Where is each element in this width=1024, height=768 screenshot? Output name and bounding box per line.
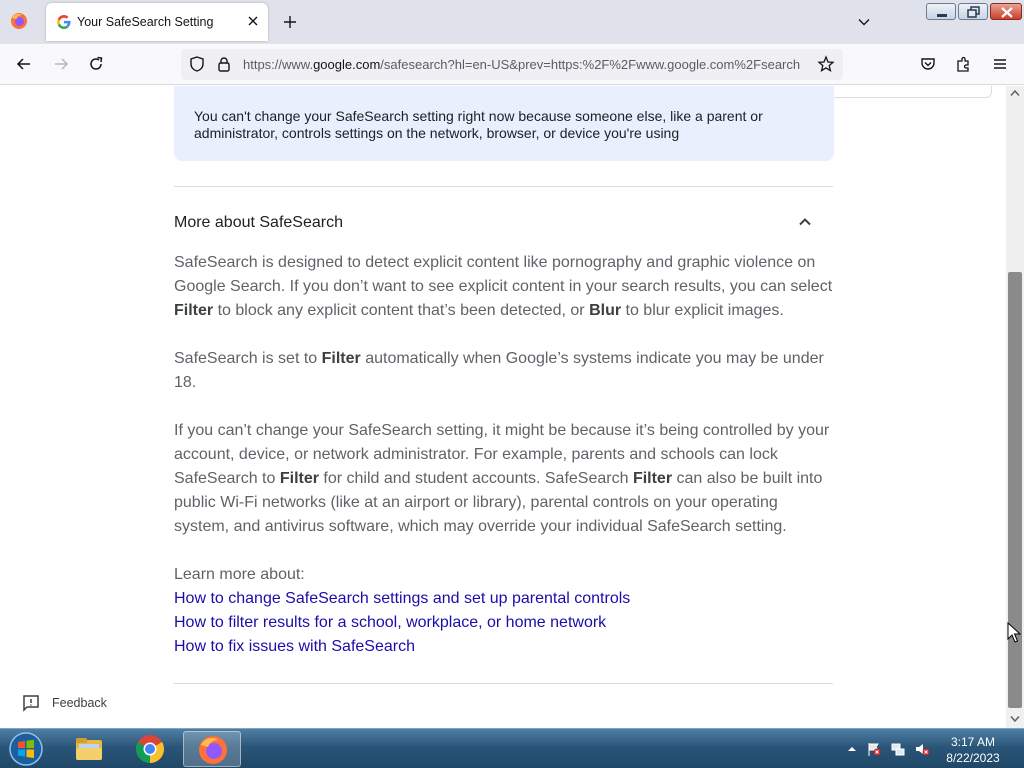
tab-title: Your SafeSearch Setting <box>77 15 214 29</box>
hamburger-menu-icon[interactable] <box>991 55 1009 73</box>
close-x-icon <box>1001 7 1013 18</box>
notice-text: You can't change your SafeSearch setting… <box>194 108 763 141</box>
clock-date: 8/22/2023 <box>946 751 1000 765</box>
new-tab-icon[interactable] <box>281 13 299 31</box>
navigation-toolbar: https://www.google.com/safesearch?hl=en-… <box>0 44 1024 85</box>
feedback-icon <box>23 695 39 712</box>
show-hidden-icons-arrow-icon[interactable] <box>844 741 860 757</box>
learn-more-label: Learn more about: <box>174 566 305 583</box>
network-icon[interactable] <box>890 741 906 757</box>
system-clock[interactable]: 3:17 AM 8/22/2023 <box>938 734 1008 766</box>
minimize-icon <box>937 14 947 17</box>
back-arrow-icon[interactable] <box>15 55 33 73</box>
divider <box>174 186 833 187</box>
minimize-window-button[interactable] <box>926 3 956 20</box>
windows-start-orb-icon[interactable] <box>4 730 48 768</box>
feedback-label: Feedback <box>52 696 107 710</box>
tab-safesearch[interactable]: Your SafeSearch Setting <box>46 3 268 41</box>
forward-arrow-icon[interactable] <box>52 55 70 73</box>
folder-icon <box>76 738 102 760</box>
chrome-icon <box>136 735 164 763</box>
extensions-puzzle-icon[interactable] <box>955 55 973 73</box>
p2-filter-bold: Filter <box>321 350 361 367</box>
page-content: You can't change your SafeSearch setting… <box>0 86 1006 728</box>
p2-text-a: SafeSearch is set to <box>174 350 322 367</box>
tab-strip: Your SafeSearch Setting <box>0 0 1024 44</box>
restore-icon <box>967 6 980 18</box>
tracking-protection-shield-icon[interactable] <box>188 55 206 73</box>
more-about-safesearch-heading[interactable]: More about SafeSearch <box>174 214 343 232</box>
p1-blur-bold: Blur <box>589 302 622 319</box>
address-bar[interactable]: https://www.google.com/safesearch?hl=en-… <box>181 49 843 80</box>
safesearch-locked-notice: You can't change your SafeSearch setting… <box>174 86 834 161</box>
firefox-icon <box>199 736 227 764</box>
restore-window-button[interactable] <box>958 3 988 20</box>
clock-time: 3:17 AM <box>950 735 996 749</box>
link-change-settings-parental-controls[interactable]: How to change SafeSearch settings and se… <box>174 587 630 611</box>
volume-muted-icon[interactable] <box>914 741 930 757</box>
mouse-pointer-icon <box>1007 622 1021 643</box>
p1-text-a: SafeSearch is designed to detect explici… <box>174 254 833 295</box>
p3-filter-bold: Filter <box>279 470 319 487</box>
windows-taskbar: 3:17 AM 8/22/2023 <box>0 728 1024 768</box>
google-g-icon <box>57 15 71 29</box>
taskbar-firefox[interactable] <box>183 731 241 767</box>
close-window-button[interactable] <box>990 3 1022 20</box>
p1-filter-bold: Filter <box>174 302 214 319</box>
link-fix-safesearch-issues[interactable]: How to fix issues with SafeSearch <box>174 635 415 659</box>
p1-text-e: to blur explicit images. <box>621 302 784 319</box>
action-center-flag-icon[interactable] <box>866 741 882 757</box>
divider <box>174 683 833 684</box>
close-tab-icon[interactable] <box>244 12 262 30</box>
paragraph-filter-default: SafeSearch is set to Filter automaticall… <box>174 347 834 395</box>
p1-text-c: to block any explicit content that’s bee… <box>213 302 590 319</box>
lock-icon[interactable] <box>215 55 233 73</box>
paragraph-locked-explanation: If you can’t change your SafeSearch sett… <box>174 419 834 539</box>
url-prefix: https://www. <box>243 57 314 72</box>
scroll-up-arrow-icon[interactable] <box>1010 89 1020 97</box>
taskbar-file-explorer[interactable] <box>60 731 118 767</box>
url-domain: google.com <box>313 57 381 72</box>
scroll-down-arrow-icon[interactable] <box>1010 715 1020 723</box>
paragraph-safesearch-intro: SafeSearch is designed to detect explici… <box>174 251 834 323</box>
bookmark-star-icon[interactable] <box>817 55 835 73</box>
url-path: /safesearch?hl=en-US&prev=https:%2F%2Fww… <box>380 57 801 72</box>
url-text[interactable]: https://www.google.com/safesearch?hl=en-… <box>243 57 809 72</box>
pocket-icon[interactable] <box>919 55 937 73</box>
list-all-tabs-chevron-icon[interactable] <box>856 14 872 30</box>
reload-icon[interactable] <box>87 55 105 73</box>
p3-filter-bold-2: Filter <box>632 470 673 487</box>
p3-text-c: for child and student accounts. SafeSear… <box>318 470 633 487</box>
firefox-logo-icon[interactable] <box>10 12 28 30</box>
chevron-up-icon[interactable] <box>797 214 813 230</box>
taskbar-chrome[interactable] <box>121 731 179 767</box>
link-filter-school-workplace-network[interactable]: How to filter results for a school, work… <box>174 611 606 635</box>
